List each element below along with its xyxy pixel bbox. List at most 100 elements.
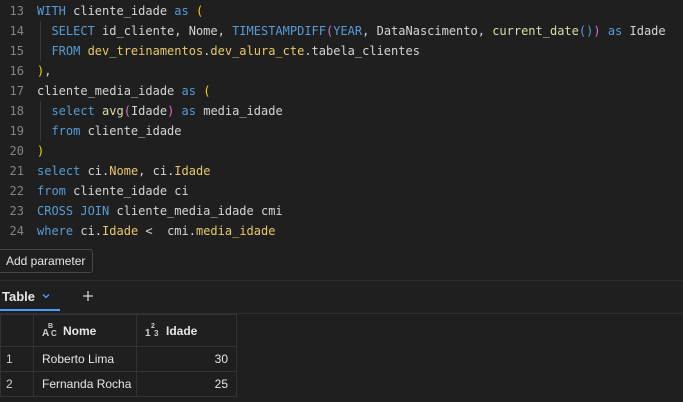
table-row[interactable]: 1 Roberto Lima 30: [0, 346, 237, 372]
code-line: 22 from cliente_idade ci: [0, 181, 683, 201]
code-token: as: [181, 104, 204, 118]
code-token: cliente_media_idade: [37, 84, 182, 98]
code-token: ,: [44, 64, 52, 78]
line-number: 15: [9, 44, 24, 58]
code-token: , DataNascimento,: [362, 24, 493, 38]
cell-idade[interactable]: 25: [136, 371, 237, 397]
line-number: 18: [9, 104, 24, 118]
code-text: select avg(Idade) as media_idade: [37, 101, 283, 121]
results-table: ABC Nome 123 Idade 1 Roberto Lima 30 2 F…: [0, 314, 237, 397]
results-tab-bar: Table: [0, 281, 683, 311]
code-token: media_idade: [195, 224, 276, 238]
abc-type-icon: ABC: [42, 322, 57, 339]
code-token: from: [51, 124, 88, 138]
sql-editor[interactable]: 13 WITH cliente_idade as (14 SELECT id_cl…: [0, 0, 683, 243]
code-token: Idade: [102, 224, 139, 238]
column-label-idade: Idade: [166, 323, 198, 338]
code-token: as: [174, 4, 196, 18]
code-token: (): [578, 24, 594, 38]
code-text: where ci.Idade < cmi.media_idade: [37, 221, 275, 241]
code-line: 17 cliente_media_idade as (: [0, 81, 683, 101]
line-number: 14: [9, 24, 24, 38]
active-tab-indicator: [0, 309, 60, 311]
line-number: 21: [9, 164, 24, 178]
add-parameter-button[interactable]: Add parameter: [0, 249, 94, 273]
line-number: 13: [9, 4, 24, 18]
code-token: Nome: [109, 164, 139, 178]
code-line: 16),: [0, 61, 683, 81]
code-token: ci.: [80, 224, 103, 238]
code-token: < cmi.: [138, 224, 196, 238]
code-token: cliente_media_idade cmi: [116, 204, 283, 218]
code-token: Idade: [629, 24, 666, 38]
code-token: as: [181, 84, 204, 98]
code-token: , ci.: [138, 164, 175, 178]
code-line: 19 from cliente_idade: [0, 121, 683, 141]
code-text: ),: [37, 61, 51, 81]
code-token: as: [607, 24, 630, 38]
code-text: select ci.Nome, ci.Idade: [37, 161, 210, 181]
line-number: 20: [9, 144, 24, 158]
code-token: cliente_idade ci: [73, 184, 189, 198]
code-token: dev_alura_cte: [210, 44, 305, 58]
code-token: YEAR: [333, 24, 363, 38]
code-text: from cliente_idade ci: [37, 181, 189, 201]
code-token: Idade: [174, 164, 211, 178]
code-text: CROSS JOIN cliente_media_idade cmi: [37, 201, 283, 221]
code-token: from: [37, 184, 74, 198]
code-token: dev_treinamentos: [87, 44, 204, 58]
code-token: Idade: [130, 104, 168, 118]
code-token: ): [37, 144, 45, 158]
line-number: 19: [9, 124, 24, 138]
row-index-header: [0, 314, 34, 347]
tab-table-label: Table: [2, 288, 35, 304]
code-token: media_idade: [203, 104, 283, 118]
chevron-down-icon[interactable]: [41, 291, 51, 301]
code-token: ci: [87, 164, 103, 178]
code-token: TIMESTAMPDIFF: [232, 24, 326, 38]
code-token: (: [195, 4, 204, 18]
row-index: 1: [0, 346, 34, 372]
table-header-row: ABC Nome 123 Idade: [0, 314, 237, 347]
code-token: (: [123, 104, 131, 118]
cell-idade[interactable]: 30: [136, 346, 237, 372]
code-token: where: [37, 224, 81, 238]
code-line: 15 FROM dev_treinamentos.dev_alura_cte.t…: [0, 41, 683, 61]
code-token: avg: [102, 104, 124, 118]
code-line: 18 select avg(Idade) as media_idade: [0, 101, 683, 121]
line-number: 22: [9, 184, 24, 198]
column-header-idade[interactable]: 123 Idade: [136, 314, 237, 347]
code-token: ): [593, 24, 601, 38]
cell-nome[interactable]: Roberto Lima: [33, 346, 137, 372]
code-line: 13 WITH cliente_idade as (: [0, 1, 683, 21]
line-number: 16: [9, 64, 24, 78]
code-text: cliente_media_idade as (: [37, 81, 210, 101]
code-token: id_cliente, Nome,: [102, 24, 233, 38]
code-token: SELECT: [51, 24, 103, 38]
table-row[interactable]: 2 Fernanda Rocha 25: [0, 371, 237, 397]
code-text: from cliente_idade: [37, 121, 182, 141]
code-token: FROM: [51, 44, 88, 58]
column-header-nome[interactable]: ABC Nome: [33, 314, 137, 347]
code-text: SELECT id_cliente, Nome, TIMESTAMPDIFF(Y…: [37, 21, 666, 41]
column-label-nome: Nome: [63, 323, 97, 338]
tab-table[interactable]: Table: [0, 281, 60, 311]
code-line: 14 SELECT id_cliente, Nome, TIMESTAMPDIF…: [0, 21, 683, 41]
code-text: FROM dev_treinamentos.dev_alura_cte.tabe…: [37, 41, 420, 61]
code-token: cliente_idade: [87, 124, 182, 138]
code-text: WITH cliente_idade as (: [37, 1, 203, 21]
cell-nome[interactable]: Fernanda Rocha: [33, 371, 137, 397]
code-line: 24 where ci.Idade < cmi.media_idade: [0, 221, 683, 241]
code-token: select: [37, 164, 88, 178]
123-type-icon: 123: [145, 322, 159, 339]
code-token: .tabela_clientes: [304, 44, 420, 58]
code-token: CROSS JOIN: [37, 204, 117, 218]
plus-icon[interactable]: [80, 288, 96, 304]
row-index: 2: [0, 371, 34, 397]
